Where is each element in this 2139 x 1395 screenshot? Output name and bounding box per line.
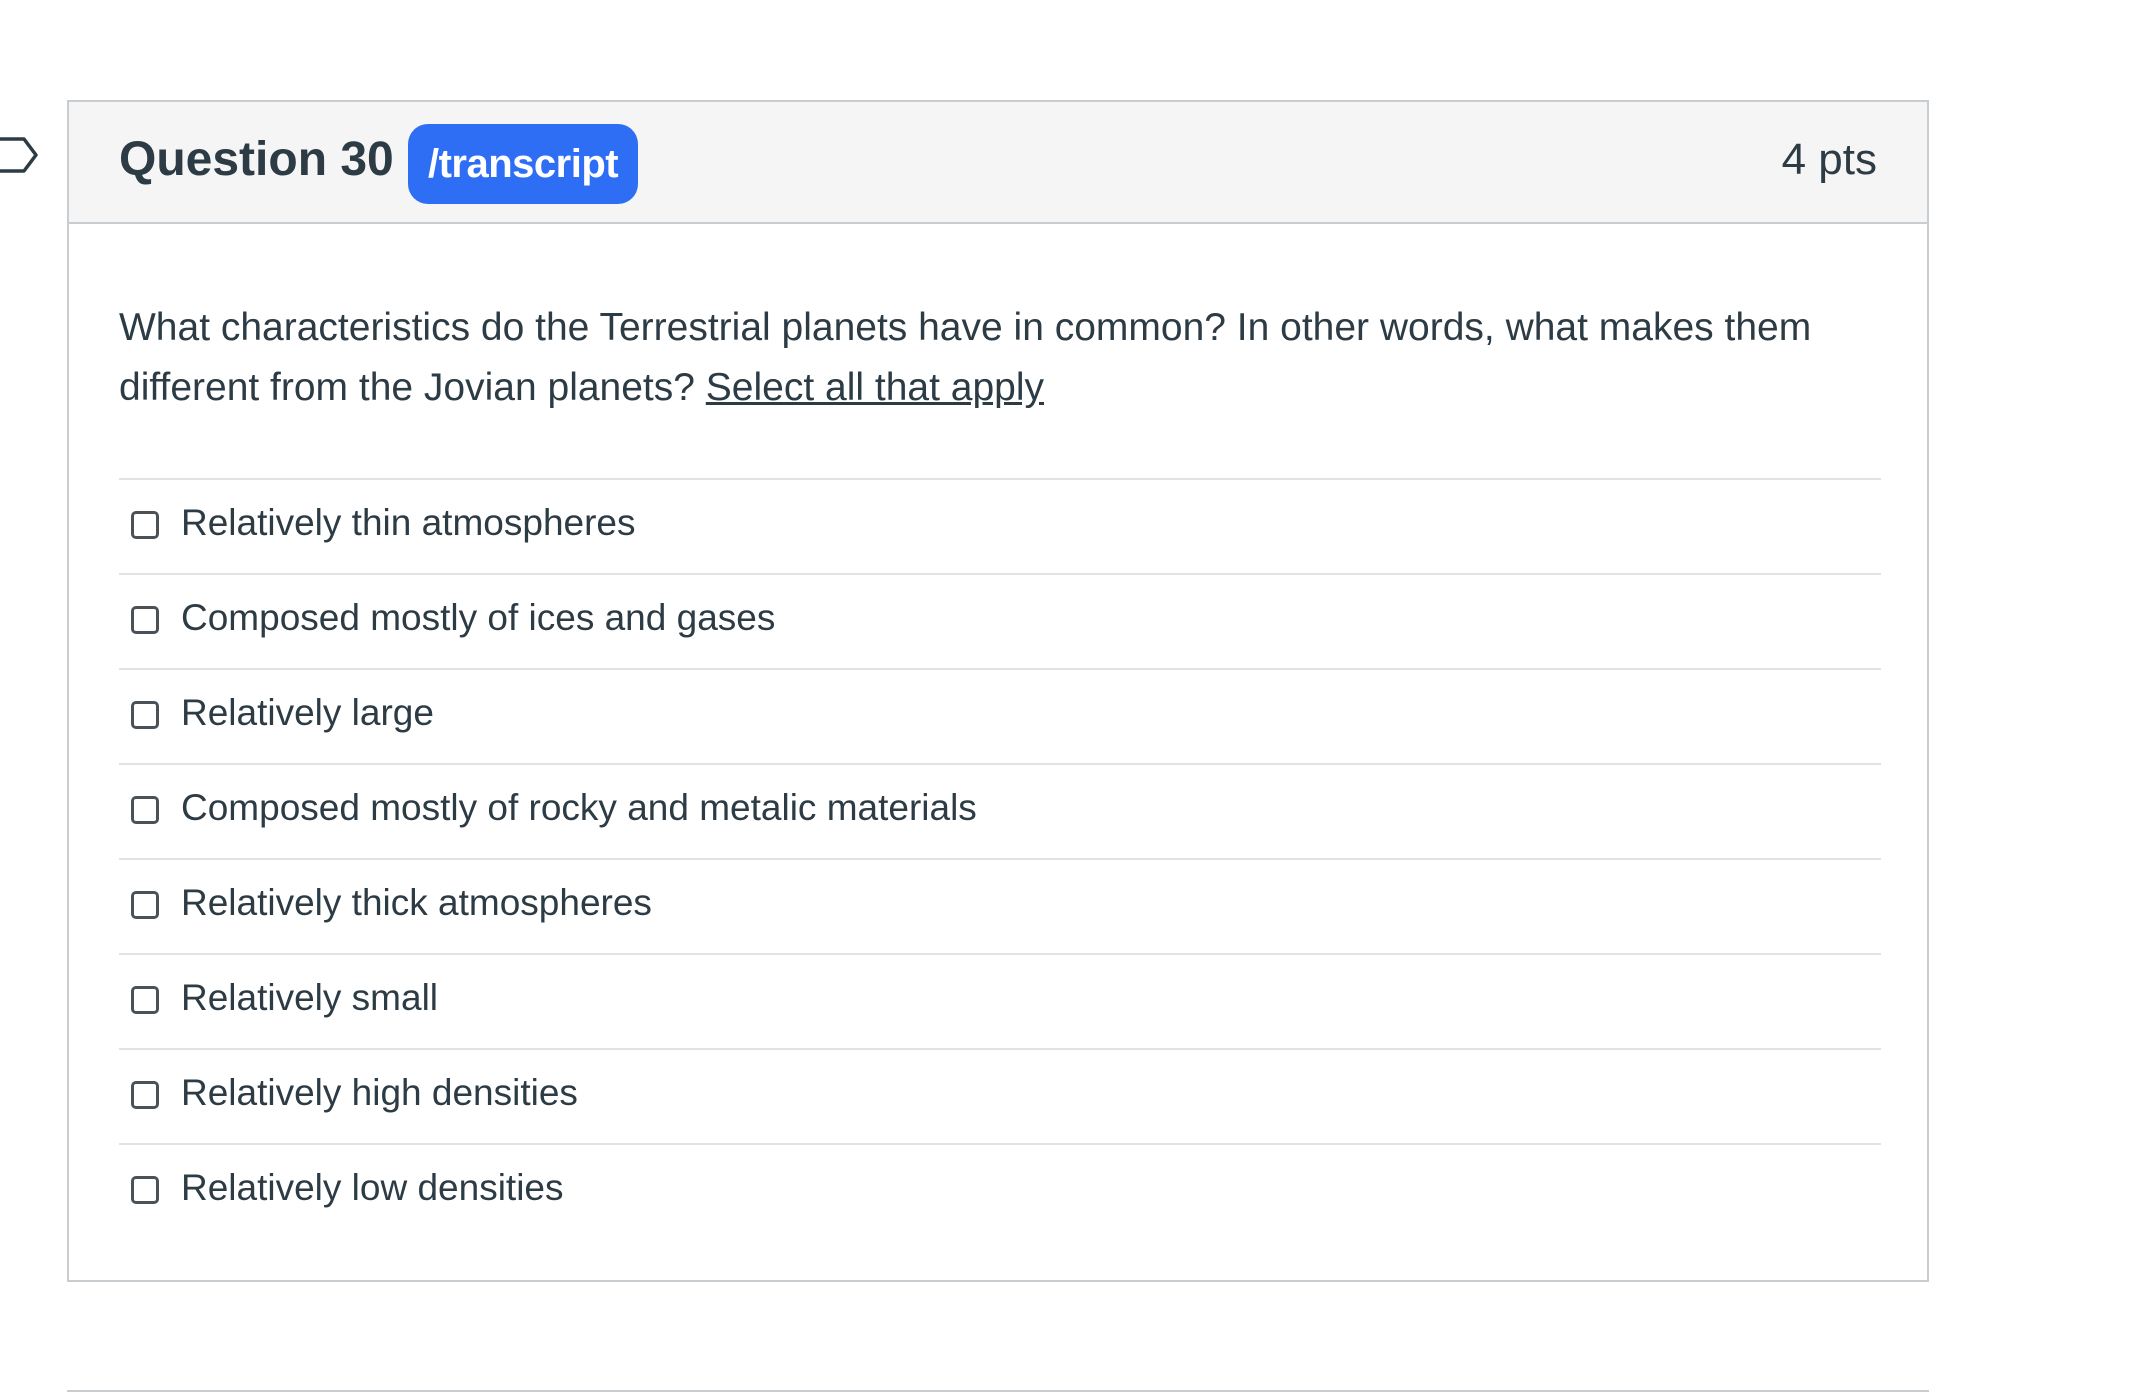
- answer-option[interactable]: Relatively large: [119, 670, 1881, 765]
- answer-label[interactable]: Composed mostly of rocky and metalic mat…: [181, 783, 977, 833]
- answer-label[interactable]: Relatively large: [181, 688, 434, 738]
- answer-checkbox[interactable]: [131, 891, 159, 919]
- answer-checkbox[interactable]: [131, 701, 159, 729]
- answer-option[interactable]: Composed mostly of rocky and metalic mat…: [119, 765, 1881, 860]
- answer-option[interactable]: Relatively high densities: [119, 1050, 1881, 1145]
- question-instruction: Select all that apply: [705, 366, 1044, 409]
- question-title: Question 30: [119, 133, 394, 186]
- flag-question-icon[interactable]: [0, 134, 42, 176]
- answer-checkbox[interactable]: [131, 606, 159, 634]
- answer-option[interactable]: Relatively thick atmospheres: [119, 860, 1881, 955]
- answer-option[interactable]: Relatively thin atmospheres: [119, 480, 1881, 575]
- answer-checkbox[interactable]: [131, 796, 159, 824]
- answer-checkbox[interactable]: [131, 1081, 159, 1109]
- answer-list: Relatively thin atmospheres Composed mos…: [119, 478, 1881, 1238]
- transcript-badge[interactable]: /transcript: [408, 124, 639, 204]
- answer-label[interactable]: Composed mostly of ices and gases: [181, 593, 775, 643]
- answer-label[interactable]: Relatively low densities: [181, 1163, 564, 1213]
- answer-label[interactable]: Relatively thin atmospheres: [181, 498, 636, 548]
- answer-checkbox[interactable]: [131, 986, 159, 1014]
- question-points: 4 pts: [1781, 135, 1877, 184]
- question-text: What characteristics do the Terrestrial …: [119, 298, 1879, 418]
- answer-option[interactable]: Relatively small: [119, 955, 1881, 1050]
- question-card: Question 30 /transcript 4 pts What chara…: [67, 100, 1929, 1282]
- answer-option[interactable]: Relatively low densities: [119, 1145, 1881, 1238]
- next-question-card-edge: [67, 1390, 1929, 1394]
- answer-label[interactable]: Relatively small: [181, 973, 438, 1023]
- answer-option[interactable]: Composed mostly of ices and gases: [119, 575, 1881, 670]
- question-header: Question 30 /transcript 4 pts: [69, 102, 1927, 224]
- answer-label[interactable]: Relatively high densities: [181, 1068, 578, 1118]
- answer-checkbox[interactable]: [131, 1176, 159, 1204]
- answer-checkbox[interactable]: [131, 511, 159, 539]
- answer-label[interactable]: Relatively thick atmospheres: [181, 878, 652, 928]
